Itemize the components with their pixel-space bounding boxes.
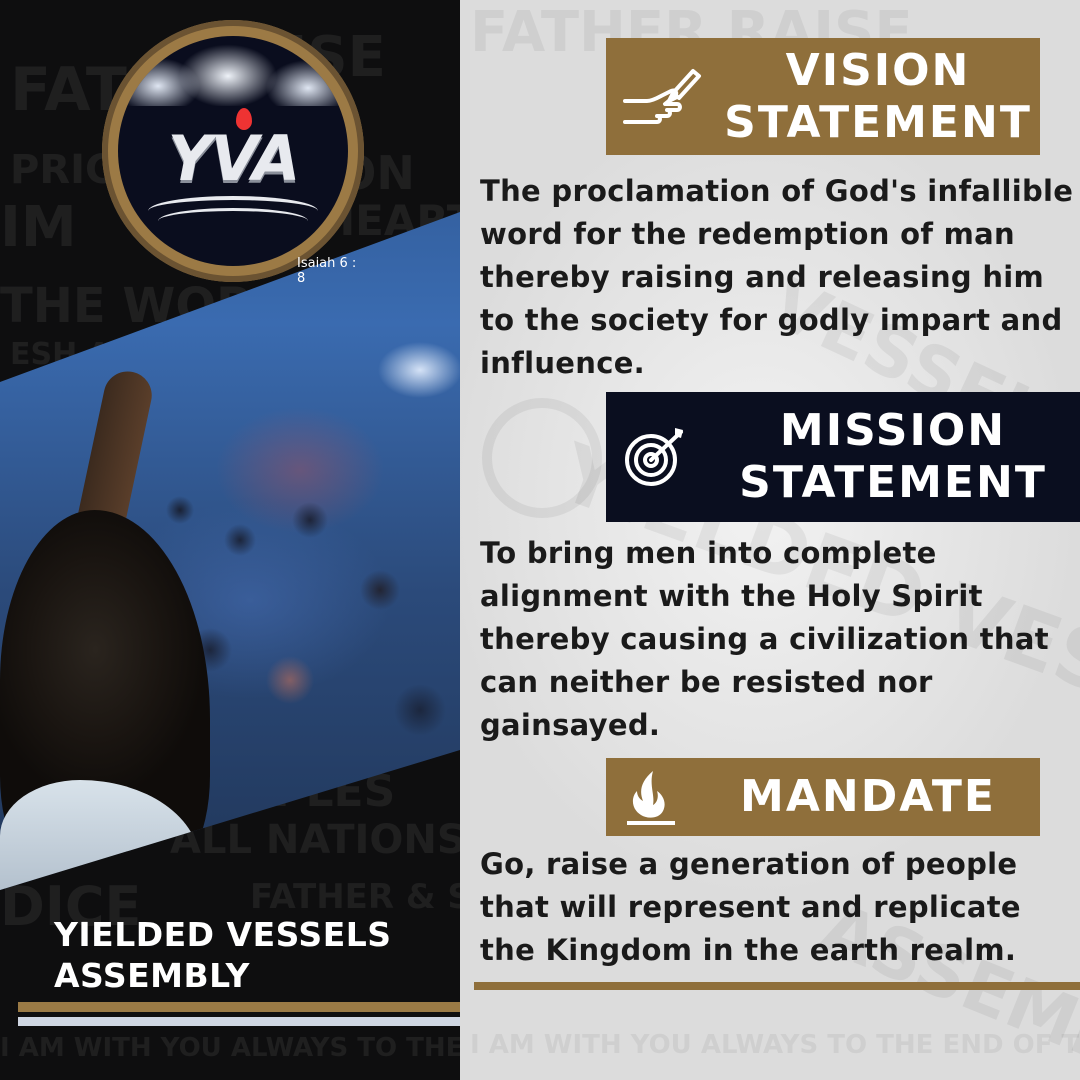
gold-divider (18, 1002, 460, 1012)
vision-text: The proclamation of God's infallible wor… (480, 174, 1074, 380)
mission-title-line1: MISSION (779, 405, 1007, 456)
mission-text: To bring men into complete alignment wit… (480, 536, 1049, 742)
vision-title-line1: VISION (785, 44, 971, 96)
vision-title: VISION STATEMENT (716, 45, 1040, 149)
left-panel: FATHER RAISE PRICE DOON IM HEART THE WOR… (0, 0, 460, 1080)
logo-caption: Isaiah 6 : 8 (297, 256, 357, 286)
bottom-rule (474, 982, 1080, 990)
mandate-text: Go, raise a generation of people that wi… (480, 847, 1021, 967)
vision-title-line2: STATEMENT (724, 96, 1032, 148)
mandate-title: MANDATE (740, 771, 996, 822)
cloud-icon (118, 36, 348, 106)
hand-writing-icon (606, 38, 716, 155)
mission-title: MISSION STATEMENT (706, 405, 1080, 509)
watermark-text: I AM WITH YOU ALWAYS TO THE END OF THE A… (470, 1030, 1080, 1060)
flame-icon (606, 758, 696, 836)
logo-inner: YVA (118, 36, 348, 266)
right-panel: FATHER RAISE VESSELS YIELDED VESSELS ASS… (460, 0, 1080, 1080)
mission-title-line2: STATEMENT (739, 457, 1047, 508)
watermark-logo (482, 398, 602, 518)
book-page-icon (158, 208, 308, 234)
vision-header: VISION STATEMENT (606, 38, 1040, 155)
org-name-line2: ASSEMBLY (54, 956, 250, 995)
target-icon (606, 392, 706, 522)
mandate-header: MANDATE (606, 758, 1040, 836)
org-name-line1: YIELDED VESSELS (54, 915, 392, 954)
light-divider (18, 1017, 460, 1026)
mission-header: MISSION STATEMENT (606, 392, 1080, 522)
org-name: YIELDED VESSELS ASSEMBLY (54, 914, 454, 996)
yva-logo: YVA Isaiah 6 : 8 (102, 20, 364, 286)
logo-text: YVA (167, 122, 301, 195)
